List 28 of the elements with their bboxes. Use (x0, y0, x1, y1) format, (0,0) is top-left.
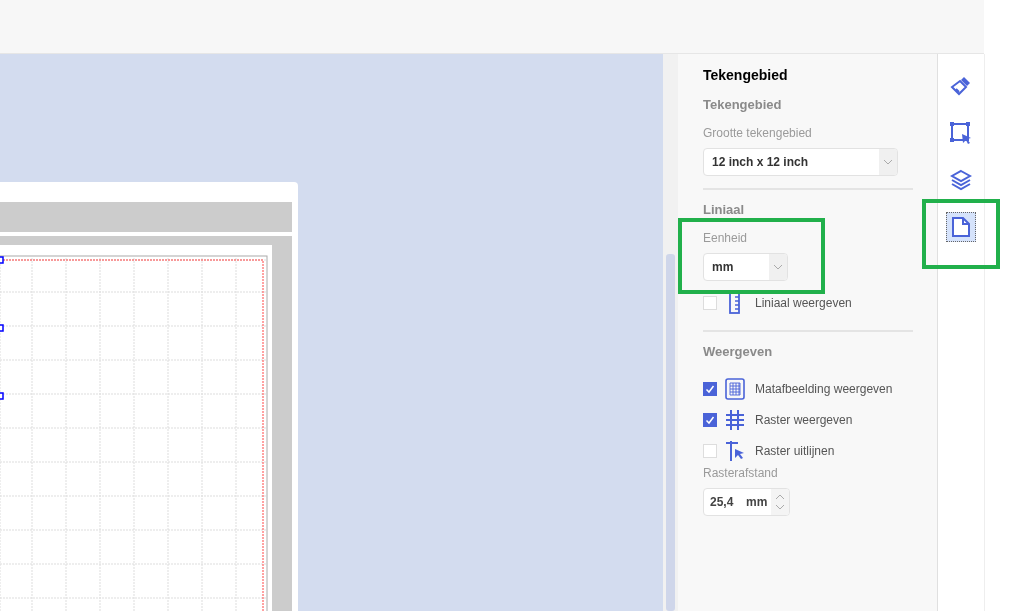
chevron-down-icon (773, 264, 783, 270)
snap-cursor-icon (725, 439, 745, 462)
field-label: Rasterafstand (703, 466, 779, 480)
page-icon (951, 215, 971, 238)
chevron-down-icon (883, 159, 893, 165)
field-label: Eenheid (703, 231, 749, 245)
section-heading: Weergeven (703, 344, 774, 359)
checkbox[interactable] (703, 412, 717, 427)
checkbox-label: Liniaal weergeven (755, 295, 852, 310)
checkbox-label: Raster uitlijnen (755, 443, 835, 458)
selection-icon (950, 121, 972, 144)
panel-title: Tekengebied (703, 67, 789, 83)
checkbox-label: Matafbeelding weergeven (755, 381, 893, 396)
dropdown[interactable]: 12 inch x 12 inch (703, 148, 898, 176)
scrollbar[interactable] (663, 54, 678, 611)
checkbox-label: Raster weergeven (755, 412, 853, 427)
grid-sheet-icon (725, 377, 745, 400)
stepper-icon (775, 492, 785, 512)
layers-icon (950, 168, 972, 191)
number-field[interactable]: 25,4 mm (703, 488, 790, 516)
field-label: Grootte tekengebied (703, 126, 813, 140)
section-heading: Tekengebied (703, 97, 783, 112)
grid-icon (725, 408, 745, 431)
checkbox[interactable] (703, 381, 717, 396)
section-heading: Liniaal (703, 202, 746, 217)
brush-icon (950, 74, 972, 97)
dropdown[interactable]: mm (703, 253, 788, 281)
page-button[interactable] (946, 211, 976, 242)
